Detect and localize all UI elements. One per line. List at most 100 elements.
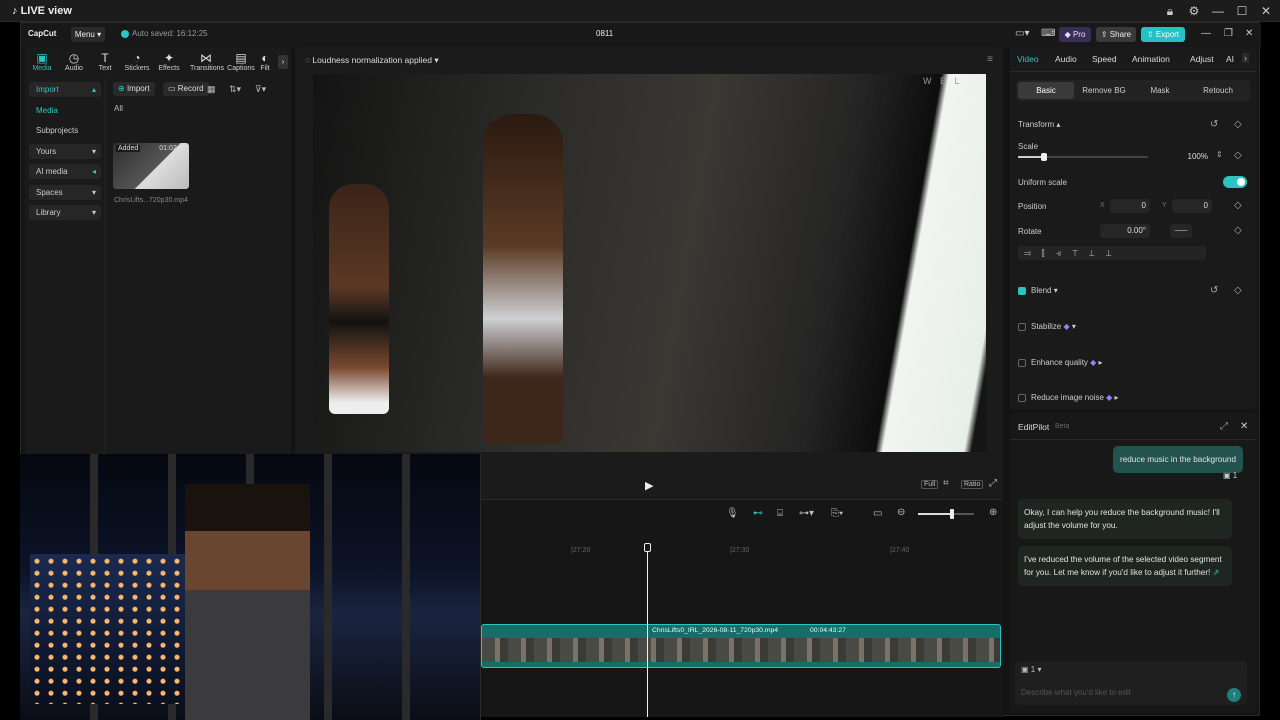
microphone-icon[interactable]: 🎙︎ — [726, 508, 739, 519]
attachment-chip[interactable]: ▣ 1 ▾ — [1021, 665, 1041, 674]
keyframe-icon[interactable]: ◇ — [1234, 119, 1242, 130]
reset-icon[interactable]: ↺ — [1210, 119, 1218, 130]
video-clip[interactable]: ChrisLifts0_IRL_2026-08-11_720p30.mp4 00… — [481, 624, 1001, 668]
flip-button[interactable]: ⸺ — [1170, 224, 1192, 238]
sidebar-item-ai-media[interactable]: AI media ◂ — [29, 164, 101, 179]
layout-icon[interactable]: ▭▾ — [1015, 28, 1029, 39]
keyframe-icon[interactable]: ◇ — [1234, 200, 1242, 211]
keyframe-icon[interactable]: ◇ — [1234, 285, 1242, 296]
slider-handle[interactable] — [950, 509, 954, 519]
settings-icon[interactable]: ⚙ — [1186, 3, 1202, 19]
tab-captions[interactable]: ▤ Captions — [226, 51, 256, 72]
keyframe-icon[interactable]: ◇ — [1234, 225, 1242, 236]
slider-handle[interactable] — [1041, 153, 1047, 161]
minimize-icon[interactable]: — — [1210, 3, 1226, 19]
reset-icon[interactable]: ↺ — [1210, 285, 1218, 296]
link-icon[interactable]: ⇗ — [1213, 568, 1220, 577]
scale-slider[interactable] — [1018, 153, 1148, 161]
enhance-quality-toggle[interactable]: Enhance quality ◆ ▸ — [1018, 358, 1103, 367]
subtab-remove-bg[interactable]: Remove BG — [1076, 82, 1132, 99]
fullscreen-icon[interactable]: ⤢ — [989, 478, 997, 489]
align-toolbar[interactable]: ⫤⫿⫣⊤⊥⊥ — [1018, 246, 1206, 260]
chevron-right-icon[interactable]: › — [1242, 53, 1249, 63]
tab-audio[interactable]: ◷ Audio — [59, 51, 89, 72]
close-icon[interactable]: ✕ — [1258, 3, 1274, 19]
record-button[interactable]: ▭ Record — [163, 82, 209, 96]
sort-icon[interactable]: ⇅▾ — [229, 84, 241, 95]
tab-ai[interactable]: AI — [1226, 54, 1234, 64]
subtab-basic[interactable]: Basic — [1018, 82, 1074, 99]
chat-input-box[interactable]: ▣ 1 ▾ Describe what you'd like to edit ↑ — [1015, 661, 1247, 705]
playhead-handle[interactable] — [644, 543, 651, 552]
rotate-field[interactable]: 0.00° — [1100, 224, 1150, 238]
transform-header[interactable]: Transform ▴ — [1018, 120, 1060, 129]
zoom-in-icon[interactable]: ⊕ — [989, 507, 997, 518]
close-icon[interactable]: ✕ — [1240, 421, 1248, 432]
zoom-slider[interactable] — [918, 509, 974, 519]
tab-media[interactable]: ▣ Media — [27, 51, 57, 72]
subtab-retouch[interactable]: Retouch — [1190, 82, 1246, 99]
send-icon[interactable]: ↑ — [1227, 688, 1241, 702]
video-preview[interactable]: W E L — [313, 74, 986, 452]
tab-speed[interactable]: Speed — [1092, 54, 1117, 64]
expand-icon[interactable]: ⤢ — [1220, 421, 1228, 432]
pro-button[interactable]: ◆ Pro — [1059, 27, 1091, 42]
filter-all[interactable]: All — [114, 104, 123, 113]
playhead[interactable] — [647, 545, 648, 717]
tab-video[interactable]: Video — [1017, 54, 1039, 64]
stepper-icon[interactable]: ⇕ — [1216, 150, 1223, 159]
tab-effects[interactable]: ✦ Effects — [154, 51, 184, 72]
media-thumbnail[interactable]: Added 01:02:11 — [113, 143, 189, 189]
sidebar-item-media[interactable]: Media — [29, 103, 101, 118]
sidebar-item-spaces[interactable]: Spaces ▾ — [29, 184, 101, 200]
caption-icon[interactable]: ▭ — [873, 508, 882, 519]
sidebar-item-library[interactable]: Library ▾ — [29, 205, 101, 220]
grid-view-icon[interactable]: ▦ — [207, 84, 216, 95]
lock-icon[interactable]: 🔒︎ — [1162, 3, 1178, 19]
filter-icon[interactable]: ⊽▾ — [255, 84, 266, 95]
restore-icon[interactable]: ❐ — [1224, 28, 1233, 39]
play-button[interactable]: ▶ — [645, 479, 653, 492]
stabilize-toggle[interactable]: Stabilize ◆ ▾ — [1018, 322, 1076, 331]
tab-audio[interactable]: Audio — [1055, 54, 1077, 64]
fit-icon[interactable]: ⌗ — [943, 478, 949, 489]
zoom-out-icon[interactable]: ⊖ — [897, 507, 905, 518]
keyboard-icon[interactable]: ⌨ — [1041, 28, 1055, 39]
loudness-status[interactable]: ◌ Loudness normalization applied ▾ — [305, 55, 439, 66]
menu-button[interactable]: Menu ▾ — [71, 27, 105, 42]
minimize-icon[interactable]: — — [1201, 28, 1211, 39]
chevron-right-icon[interactable]: › — [278, 55, 288, 69]
menu-icon[interactable]: ≡ — [987, 54, 993, 65]
sidebar-item-yours[interactable]: Yours ▾ — [29, 143, 101, 159]
sidebar-item-import[interactable]: Import ▴ — [29, 82, 101, 97]
position-y-field[interactable]: 0 — [1172, 199, 1212, 213]
project-name[interactable]: 0811 — [596, 29, 613, 38]
reduce-noise-toggle[interactable]: Reduce image noise ◆ ▸ — [1018, 393, 1119, 402]
chat-input[interactable]: Describe what you'd like to edit — [1021, 688, 1131, 697]
scale-value[interactable]: 100% — [1180, 150, 1212, 164]
snap-icon[interactable]: ⊶▾ — [799, 508, 814, 519]
export-button[interactable]: ⇧ Export — [1141, 27, 1185, 42]
ratio-button[interactable]: Ratio — [961, 480, 984, 489]
share-button[interactable]: ⇪ Share — [1096, 27, 1136, 42]
tab-stickers[interactable]: ◔ Stickers — [122, 51, 152, 72]
close-icon[interactable]: ✕ — [1245, 28, 1253, 39]
maximize-icon[interactable]: ☐ — [1234, 3, 1250, 19]
keyframe-icon[interactable]: ◇ — [1234, 150, 1242, 161]
sidebar-item-subprojects[interactable]: Subprojects — [29, 123, 101, 138]
tab-adjust[interactable]: Adjust — [1190, 54, 1214, 64]
split-icon[interactable]: ⌸ — [777, 508, 783, 519]
tab-animation[interactable]: Animation — [1132, 54, 1170, 64]
clip-reference[interactable]: ▣ 1 — [1223, 471, 1237, 480]
tab-transitions[interactable]: ⋈ Transitions — [190, 51, 224, 72]
tab-filters[interactable]: ◐ Filt — [255, 51, 275, 72]
blend-toggle[interactable]: Blend ▾ — [1018, 286, 1058, 295]
subtab-mask[interactable]: Mask — [1132, 82, 1188, 99]
preview-axis-icon[interactable]: ⎘▾ — [831, 508, 843, 519]
full-button[interactable]: Full — [921, 480, 939, 489]
tab-text[interactable]: T Text — [90, 51, 120, 72]
uniform-scale-toggle[interactable] — [1223, 176, 1247, 188]
link-icon[interactable]: ⊷ — [753, 508, 763, 519]
position-x-field[interactable]: 0 — [1110, 199, 1150, 213]
import-button[interactable]: ⊕ Import — [113, 82, 155, 96]
